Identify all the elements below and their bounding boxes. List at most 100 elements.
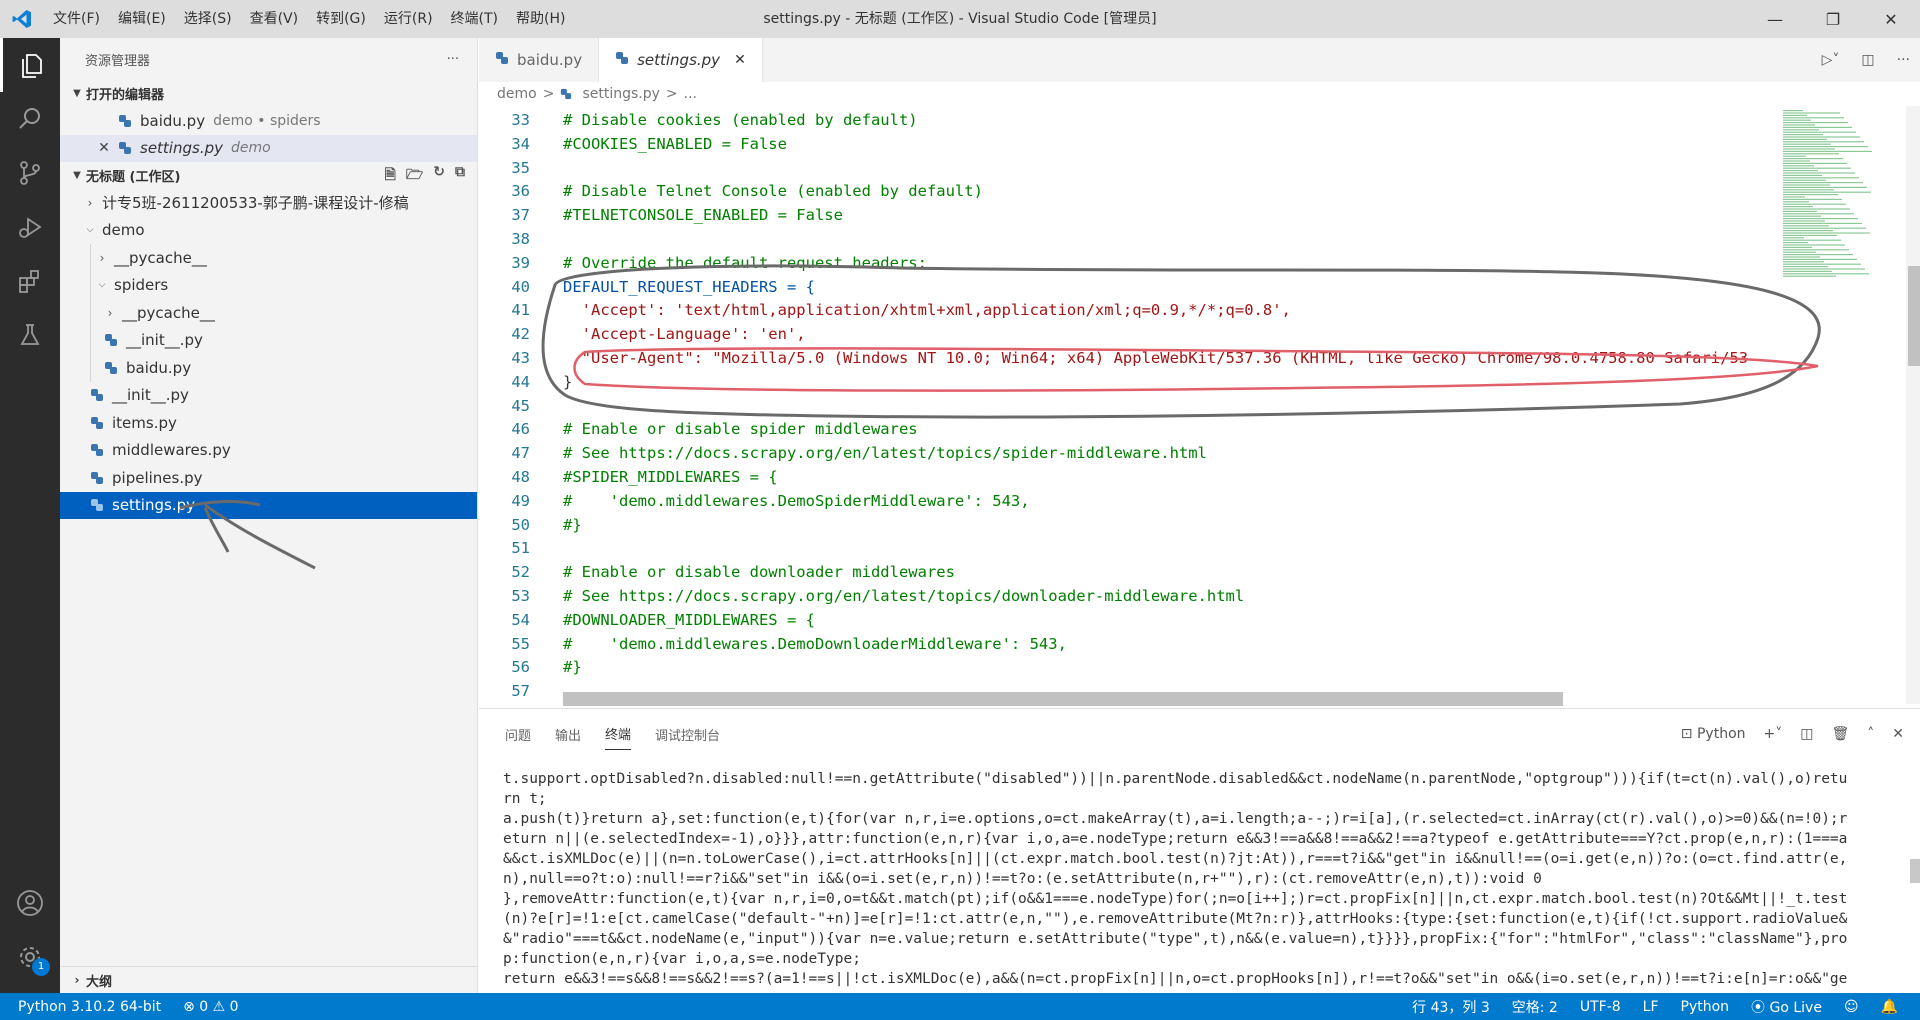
split-terminal-icon[interactable]: ◫ — [1800, 726, 1813, 742]
code-line[interactable]: 56 #} — [479, 655, 1779, 679]
code-line[interactable]: 53 # See https://docs.scrapy.org/en/lates… — [479, 584, 1779, 608]
tab-baidu[interactable]: baidu.py — [479, 38, 600, 82]
code-line[interactable]: 49 # 'demo.middlewares.DemoSpiderMiddlewa… — [479, 489, 1779, 513]
code-line[interactable]: 37 #TELNETCONSOLE_ENABLED = False — [479, 203, 1779, 227]
tab-terminal[interactable]: 终端 — [605, 718, 632, 750]
code-line[interactable]: 46 # Enable or disable spider middlewares — [479, 417, 1779, 441]
code-line[interactable]: 35 — [479, 156, 1779, 180]
indentation[interactable]: 空格: 2 — [1512, 997, 1558, 1017]
split-editor-icon[interactable]: ◫ — [1861, 52, 1874, 68]
language-mode[interactable]: Python — [1681, 999, 1730, 1015]
tab-settings[interactable]: settings.py ✕ — [599, 38, 763, 82]
code-line[interactable]: 51 — [479, 536, 1779, 560]
python-interpreter[interactable]: Python 3.10.2 64-bit — [18, 999, 161, 1015]
workspace-section[interactable]: ▼ 无标题 (工作区) 🗎 🗁 ↻ ⧉ — [60, 162, 477, 189]
trash-icon[interactable]: 🗑 — [1831, 726, 1849, 742]
breadcrumb-symbol[interactable]: ... — [684, 86, 697, 102]
tree-item-file[interactable]: items.py — [60, 409, 477, 437]
code-line[interactable]: 42 'Accept-Language': 'en', — [479, 322, 1779, 346]
run-debug-icon[interactable] — [0, 200, 60, 254]
code-line[interactable]: 36 # Disable Telnet Console (enabled by d… — [479, 179, 1779, 203]
tree-item-folder[interactable]: › __pycache__ — [60, 244, 477, 272]
new-terminal-icon[interactable]: +˅ — [1764, 726, 1783, 742]
menu-go[interactable]: 转到(G) — [307, 0, 375, 38]
tree-item-folder[interactable]: › 计专5班-2611200533-郭子鹏-课程设计-修稿 — [60, 189, 477, 217]
more-actions-icon[interactable]: ··· — [1897, 52, 1910, 68]
explorer-icon[interactable] — [0, 38, 60, 92]
tree-item-file[interactable]: baidu.py — [60, 354, 477, 382]
tree-item-file[interactable]: __init__.py — [60, 326, 477, 354]
tab-close-button[interactable]: ✕ — [734, 52, 746, 68]
outline-section[interactable]: › 大纲 — [60, 966, 478, 993]
feedback-icon[interactable]: ☺ — [1844, 999, 1859, 1015]
code-line[interactable]: 55 # 'demo.middlewares.DemoDownloaderMidd… — [479, 632, 1779, 656]
code-editor[interactable]: 33 # Disable cookies (enabled by default)… — [479, 106, 1779, 704]
menu-view[interactable]: 查看(V) — [241, 0, 308, 38]
maximize-panel-icon[interactable]: ˄ — [1867, 726, 1874, 742]
code-line[interactable]: 48 #SPIDER_MIDDLEWARES = { — [479, 465, 1779, 489]
extensions-icon[interactable] — [0, 254, 60, 308]
tab-output[interactable]: 输出 — [555, 719, 581, 750]
terminal-output[interactable]: t.support.optDisabled?n.disabled:null!==… — [503, 769, 1898, 994]
tree-item-file[interactable]: middlewares.py — [60, 437, 477, 465]
notifications-icon[interactable]: 🔔 — [1881, 999, 1898, 1015]
collapse-all-icon[interactable]: ⧉ — [455, 164, 465, 188]
menu-selection[interactable]: 选择(S) — [175, 0, 241, 38]
code-line[interactable]: 44} — [479, 370, 1779, 394]
search-icon[interactable] — [0, 92, 60, 146]
tree-item-file[interactable]: pipelines.py — [60, 464, 477, 492]
minimap[interactable] — [1779, 106, 1899, 704]
close-icon[interactable]: ✕ — [92, 140, 116, 156]
minimize-button[interactable]: — — [1746, 0, 1804, 38]
menu-help[interactable]: 帮助(H) — [507, 0, 574, 38]
cursor-position[interactable]: 行 43，列 3 — [1412, 997, 1490, 1017]
tree-item-file-selected[interactable]: settings.py — [60, 491, 477, 519]
end-of-line[interactable]: LF — [1643, 999, 1659, 1015]
code-line[interactable]: 43 "User-Agent": "Mozilla/5.0 (Windows N… — [479, 346, 1779, 370]
new-file-icon[interactable]: 🗎 — [385, 164, 396, 188]
open-editor-baidu[interactable]: baidu.py demo • spiders — [60, 107, 477, 135]
scroll-thumb[interactable] — [1908, 266, 1920, 366]
code-line[interactable]: 33 # Disable cookies (enabled by default) — [479, 108, 1779, 132]
breadcrumb-folder[interactable]: demo — [497, 86, 537, 102]
encoding[interactable]: UTF-8 — [1580, 999, 1621, 1015]
code-line[interactable]: 38 — [479, 227, 1779, 251]
code-line[interactable]: 52 # Enable or disable downloader middlew… — [479, 560, 1779, 584]
run-file-icon[interactable]: ▷˅ — [1822, 52, 1840, 68]
source-control-icon[interactable] — [0, 146, 60, 200]
close-window-button[interactable]: ✕ — [1862, 0, 1920, 38]
code-line[interactable]: 54 #DOWNLOADER_MIDDLEWARES = { — [479, 608, 1779, 632]
open-editor-settings[interactable]: ✕ settings.py demo — [60, 134, 477, 162]
tab-problems[interactable]: 问题 — [505, 719, 531, 750]
menu-terminal[interactable]: 终端(T) — [442, 0, 507, 38]
menu-file[interactable]: 文件(F) — [44, 0, 109, 38]
new-folder-icon[interactable]: 🗁 — [406, 164, 423, 188]
code-line[interactable]: 45 — [479, 394, 1779, 418]
menu-run[interactable]: 运行(R) — [375, 0, 442, 38]
refresh-icon[interactable]: ↻ — [433, 164, 445, 188]
code-line[interactable]: 40 DEFAULT_REQUEST_HEADERS = { — [479, 275, 1779, 299]
restore-button[interactable]: ❐ — [1804, 0, 1862, 38]
code-line[interactable]: 50 #} — [479, 513, 1779, 537]
problems-count[interactable]: ⊗ 0 ⚠ 0 — [183, 999, 238, 1015]
code-line[interactable]: 39 # Override the default request headers… — [479, 251, 1779, 275]
terminal-selector[interactable]: ⊡ Python — [1681, 726, 1746, 742]
account-icon[interactable] — [0, 876, 60, 930]
testing-icon[interactable] — [0, 308, 60, 362]
close-panel-icon[interactable]: ✕ — [1892, 726, 1904, 742]
open-editors-section[interactable]: ▼ 打开的编辑器 — [60, 80, 477, 107]
code-line[interactable]: 34 #COOKIES_ENABLED = False — [479, 132, 1779, 156]
editor-horizontal-scrollbar[interactable] — [563, 692, 1563, 706]
terminal-scroll-thumb[interactable] — [1910, 859, 1920, 883]
breadcrumb-file[interactable]: settings.py — [582, 86, 659, 102]
code-line[interactable]: 47 # See https://docs.scrapy.org/en/lates… — [479, 441, 1779, 465]
explorer-more-button[interactable]: ··· — [447, 52, 459, 67]
menu-edit[interactable]: 编辑(E) — [109, 0, 175, 38]
tree-item-folder[interactable]: ⌵ spiders — [60, 271, 477, 299]
editor-vertical-scrollbar[interactable] — [1906, 106, 1920, 704]
settings-gear-icon[interactable]: 1 — [0, 930, 60, 984]
code-line[interactable]: 41 'Accept': 'text/html,application/xhtm… — [479, 298, 1779, 322]
go-live-button[interactable]: ⦿ Go Live — [1751, 997, 1822, 1017]
tree-item-folder[interactable]: ⌵ demo — [60, 217, 477, 245]
tree-item-folder[interactable]: › __pycache__ — [60, 299, 477, 327]
